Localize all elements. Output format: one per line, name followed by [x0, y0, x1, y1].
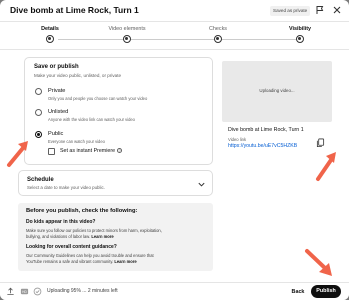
save-publish-subtitle: Make your video public, unlisted, or pri…	[34, 73, 122, 78]
instant-premiere-label: Set as instant Premiere?	[60, 148, 123, 154]
kids-question-text-2: bullying, and violations of labor law. L…	[26, 234, 114, 239]
step-checks[interactable]: Checks	[188, 26, 248, 32]
dialog-footer: HD Uploading 95% ... 2 minutes left Back…	[0, 282, 349, 300]
step-video-elements[interactable]: Video elements	[97, 26, 157, 32]
help-icon[interactable]: ?	[117, 148, 123, 153]
before-you-publish-panel: Before you publish, check the following:…	[18, 203, 213, 271]
annotation-arrow-publish	[305, 249, 332, 276]
upload-icon	[7, 287, 14, 296]
learn-more-link-guidelines[interactable]: Learn more	[114, 259, 136, 264]
instant-premiere-checkbox[interactable]	[48, 148, 55, 155]
private-radio[interactable]	[35, 88, 42, 95]
dialog-header: Dive bomb at Lime Rock, Turn 1 Saved as …	[0, 0, 349, 22]
checks-done-icon	[33, 287, 42, 296]
guidance-text-1: Our Community Guidelines can help you av…	[26, 253, 154, 258]
copy-icon[interactable]	[316, 138, 325, 148]
unlisted-desc: Anyone with the video link can watch you…	[48, 117, 135, 122]
publish-button[interactable]: Publish	[311, 285, 341, 298]
save-publish-title: Save or publish	[34, 64, 79, 70]
video-link-label: Video link	[228, 137, 247, 142]
private-desc: Only you and people you choose can watch…	[48, 96, 148, 101]
preview-status: Uploading video...	[259, 88, 295, 93]
schedule-title: Schedule	[27, 177, 54, 183]
step-visibility-dot	[296, 35, 304, 43]
upload-status-text: Uploading 95% ... 2 minutes left	[47, 288, 118, 294]
saved-status-badge: Saved as private	[270, 6, 311, 16]
step-details-dot	[46, 35, 54, 43]
public-desc: Everyone can watch your video	[48, 139, 105, 144]
annotation-arrow-public	[7, 141, 28, 167]
preview-video-title: Dive bomb at Lime Rock, Turn 1	[228, 127, 304, 133]
step-visibility[interactable]: Visibility	[270, 26, 330, 32]
private-label: Private	[48, 88, 66, 94]
upload-dialog: Dive bomb at Lime Rock, Turn 1 Saved as …	[0, 0, 349, 300]
public-radio[interactable]	[35, 131, 42, 138]
hd-icon: HD	[20, 288, 29, 295]
public-label: Public	[48, 131, 64, 137]
guidance-question-title: Looking for overall content guidance?	[26, 244, 117, 250]
before-publish-title: Before you publish, check the following:	[26, 208, 138, 214]
step-video-elements-dot	[123, 35, 131, 43]
svg-text:HD: HD	[22, 290, 27, 294]
unlisted-label: Unlisted	[48, 109, 69, 115]
video-link[interactable]: https://youtu.be/uE7vC5HZKB	[228, 143, 297, 149]
close-icon[interactable]	[332, 5, 342, 15]
stepper-line	[58, 39, 298, 40]
step-details[interactable]: Details	[20, 26, 80, 32]
learn-more-link-kids[interactable]: Learn more	[91, 234, 113, 239]
video-preview: Uploading video...	[222, 61, 332, 122]
kids-question-title: Do kids appear in this video?	[26, 219, 96, 225]
save-or-publish-card: Save or publish Make your video public, …	[24, 57, 213, 165]
schedule-card[interactable]: Schedule Select a date to make your vide…	[18, 170, 213, 196]
chevron-down-icon[interactable]	[197, 180, 206, 189]
back-button[interactable]: Back	[287, 286, 309, 298]
step-checks-dot	[214, 35, 222, 43]
kids-question-text-1: Make sure you follow our policies to pro…	[26, 228, 162, 233]
unlisted-radio[interactable]	[35, 109, 42, 116]
report-flag-icon[interactable]	[315, 5, 325, 15]
annotation-arrow-copy-link	[316, 152, 336, 181]
schedule-subtitle: Select a date to make your video public.	[27, 185, 105, 190]
guidance-text-2: YouTube remains a safe and vibrant commu…	[26, 259, 137, 264]
dialog-title: Dive bomb at Lime Rock, Turn 1	[10, 5, 139, 15]
